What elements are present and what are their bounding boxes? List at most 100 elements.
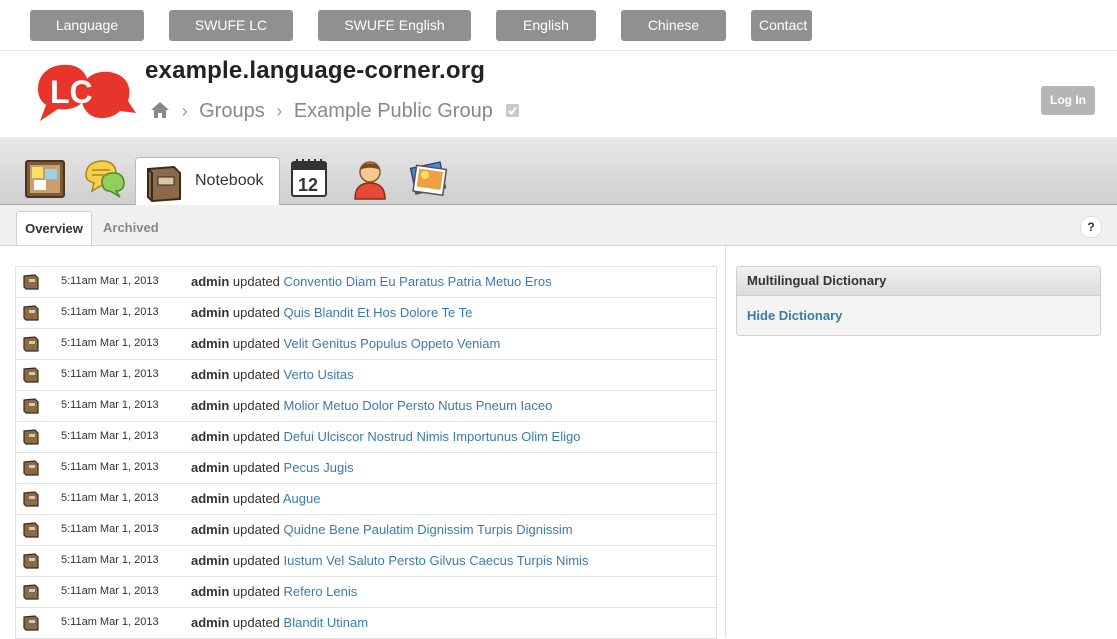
notebook-icon bbox=[23, 553, 39, 569]
notebook-icon bbox=[23, 615, 39, 631]
activity-user[interactable]: admin bbox=[191, 274, 229, 289]
activity-page-link[interactable]: Conventio Diam Eu Paratus Patria Metuo E… bbox=[284, 274, 552, 289]
activity-description: admin updated Quis Blandit Et Hos Dolore… bbox=[191, 305, 472, 320]
activity-user[interactable]: admin bbox=[191, 367, 229, 382]
nav-contact[interactable]: Contact bbox=[751, 10, 812, 41]
activity-verb: updated bbox=[232, 522, 280, 537]
activity-time: 5:11am Mar 1, 2013 bbox=[61, 585, 159, 597]
nav-language-corner[interactable]: Language Corner bbox=[30, 10, 144, 64]
activity-description: admin updated Augue bbox=[191, 491, 320, 506]
activity-user[interactable]: admin bbox=[191, 553, 229, 568]
activity-user[interactable]: admin bbox=[191, 305, 229, 320]
activity-page-link[interactable]: Molior Metuo Dolor Persto Nutus Pneum Ia… bbox=[284, 398, 553, 413]
activity-description: admin updated Defui Ulciscor Nostrud Nim… bbox=[191, 429, 580, 444]
members-icon[interactable] bbox=[347, 155, 393, 201]
notebook-icon bbox=[23, 460, 39, 476]
activity-verb: updated bbox=[232, 336, 280, 351]
activity-page-link[interactable]: Quidne Bene Paulatim Dignissim Turpis Di… bbox=[284, 522, 573, 537]
breadcrumb-group-name[interactable]: Example Public Group bbox=[294, 100, 493, 122]
activity-user[interactable]: admin bbox=[191, 336, 229, 351]
help-button[interactable]: ? bbox=[1080, 216, 1102, 238]
nav-swufe-english-corner[interactable]: SWUFE English Corner bbox=[318, 10, 471, 64]
activity-page-link[interactable]: Blandit Utinam bbox=[284, 615, 369, 630]
activity-time: 5:11am Mar 1, 2013 bbox=[61, 399, 159, 411]
language-corner-logo[interactable]: LC bbox=[32, 59, 136, 133]
activity-page-link[interactable]: Augue bbox=[283, 491, 321, 506]
activity-row: 5:11am Mar 1, 2013 admin updated Molior M… bbox=[16, 391, 716, 422]
check-icon bbox=[506, 104, 520, 117]
activity-user[interactable]: admin bbox=[191, 460, 229, 475]
breadcrumb-separator: › bbox=[181, 101, 188, 121]
activity-user[interactable]: admin bbox=[191, 584, 229, 599]
notebook-icon bbox=[23, 429, 39, 445]
calendar-icon[interactable]: 12 bbox=[287, 155, 333, 201]
nav-chinese-corner[interactable]: Chinese Corner bbox=[621, 10, 726, 64]
breadcrumb: › Groups › Example Public Group bbox=[150, 98, 520, 126]
activity-verb: updated bbox=[232, 305, 280, 320]
tab-notebook-label: Notebook bbox=[195, 172, 264, 189]
hide-dictionary-link[interactable]: Hide Dictionary bbox=[747, 308, 1100, 323]
photos-icon[interactable] bbox=[405, 155, 451, 201]
svg-text:LC: LC bbox=[50, 74, 93, 110]
activity-user[interactable]: admin bbox=[191, 398, 229, 413]
discussion-icon[interactable] bbox=[80, 155, 126, 201]
activity-description: admin updated Molior Metuo Dolor Persto … bbox=[191, 398, 552, 413]
activity-page-link[interactable]: Refero Lenis bbox=[284, 584, 358, 599]
activity-verb: updated bbox=[232, 553, 280, 568]
login-button[interactable]: Log In bbox=[1041, 86, 1095, 115]
activity-page-link[interactable]: Iustum Vel Saluto Persto Gilvus Caecus T… bbox=[284, 553, 589, 568]
activity-list: 5:11am Mar 1, 2013 admin updated Conventi… bbox=[15, 266, 717, 639]
activity-time: 5:11am Mar 1, 2013 bbox=[61, 368, 159, 380]
activity-description: admin updated Refero Lenis bbox=[191, 584, 357, 599]
activity-row: 5:11am Mar 1, 2013 admin updated Conventi… bbox=[16, 267, 716, 298]
notebook-icon bbox=[23, 336, 39, 352]
nav-swufe-lc-space[interactable]: SWUFE LC Space bbox=[169, 10, 293, 64]
activity-user[interactable]: admin bbox=[191, 491, 229, 506]
activity-verb: updated bbox=[232, 274, 280, 289]
activity-page-link[interactable]: Defui Ulciscor Nostrud Nimis Importunus … bbox=[284, 429, 581, 444]
activity-page-link[interactable]: Velit Genitus Populus Oppeto Veniam bbox=[284, 336, 501, 351]
activity-description: admin updated Iustum Vel Saluto Persto G… bbox=[191, 553, 588, 568]
activity-verb: updated bbox=[232, 429, 280, 444]
notebook-subtabs: Overview Archived bbox=[0, 205, 1117, 246]
nav-english-corner[interactable]: English Corner bbox=[496, 10, 596, 64]
bulletin-board-icon[interactable] bbox=[22, 155, 68, 201]
tab-overview[interactable]: Overview bbox=[16, 211, 92, 245]
activity-time: 5:11am Mar 1, 2013 bbox=[61, 523, 159, 535]
activity-row: 5:11am Mar 1, 2013 admin updated Defui Ul… bbox=[16, 422, 716, 453]
main-content: 5:11am Mar 1, 2013 admin updated Conventi… bbox=[0, 246, 726, 639]
activity-time: 5:11am Mar 1, 2013 bbox=[61, 275, 159, 287]
activity-description: admin updated Quidne Bene Paulatim Digni… bbox=[191, 522, 573, 537]
activity-verb: updated bbox=[232, 398, 280, 413]
activity-verb: updated bbox=[232, 367, 280, 382]
activity-verb: updated bbox=[232, 584, 280, 599]
activity-row: 5:11am Mar 1, 2013 admin updated Refero L… bbox=[16, 577, 716, 608]
activity-description: admin updated Conventio Diam Eu Paratus … bbox=[191, 274, 552, 289]
activity-page-link[interactable]: Quis Blandit Et Hos Dolore Te Te bbox=[284, 305, 473, 320]
site-header: LC example.language-corner.org › Groups … bbox=[0, 51, 1117, 138]
notebook-icon bbox=[23, 274, 39, 290]
activity-row: 5:11am Mar 1, 2013 admin updated Verto Us… bbox=[16, 360, 716, 391]
notebook-icon bbox=[23, 522, 39, 538]
activity-row: 5:11am Mar 1, 2013 admin updated Velit Ge… bbox=[16, 329, 716, 360]
activity-user[interactable]: admin bbox=[191, 615, 229, 630]
home-icon[interactable] bbox=[150, 100, 170, 126]
activity-user[interactable]: admin bbox=[191, 522, 229, 537]
breadcrumb-groups[interactable]: Groups bbox=[199, 100, 265, 122]
svg-text:12: 12 bbox=[298, 175, 318, 195]
activity-user[interactable]: admin bbox=[191, 429, 229, 444]
activity-time: 5:11am Mar 1, 2013 bbox=[61, 492, 159, 504]
site-title[interactable]: example.language-corner.org bbox=[145, 57, 485, 85]
activity-description: admin updated Velit Genitus Populus Oppe… bbox=[191, 336, 500, 351]
notebook-icon bbox=[147, 165, 181, 203]
activity-page-link[interactable]: Pecus Jugis bbox=[284, 460, 354, 475]
activity-time: 5:11am Mar 1, 2013 bbox=[61, 306, 159, 318]
tab-archived[interactable]: Archived bbox=[93, 211, 169, 245]
notebook-icon bbox=[23, 491, 39, 507]
tab-notebook[interactable]: Notebook bbox=[135, 157, 280, 206]
notebook-icon bbox=[23, 367, 39, 383]
activity-page-link[interactable]: Verto Usitas bbox=[284, 367, 354, 382]
dictionary-panel: Multilingual Dictionary Hide Dictionary bbox=[736, 266, 1101, 336]
activity-time: 5:11am Mar 1, 2013 bbox=[61, 616, 159, 628]
activity-row: 5:11am Mar 1, 2013 admin updated Quidne B… bbox=[16, 515, 716, 546]
